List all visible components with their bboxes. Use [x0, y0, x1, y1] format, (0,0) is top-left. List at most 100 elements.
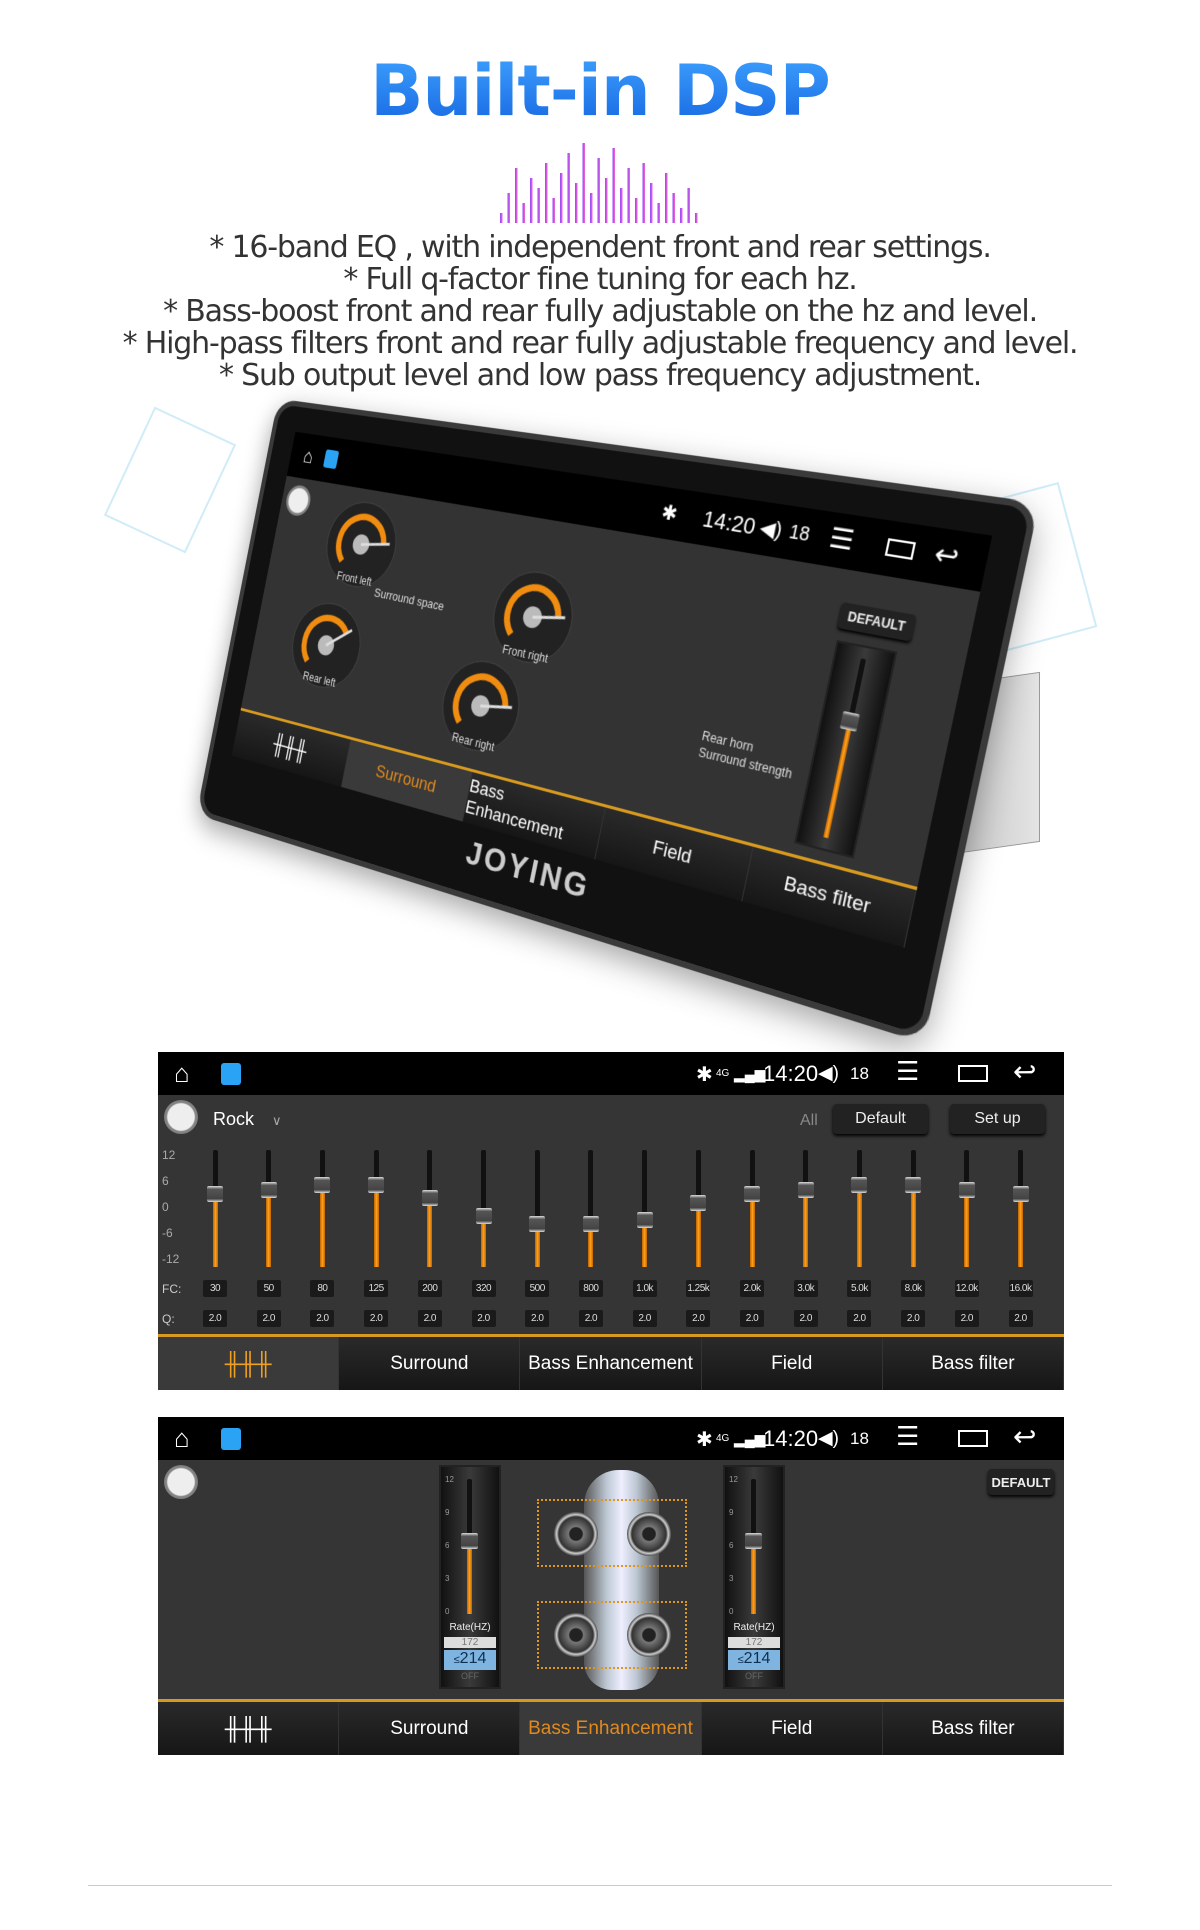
gauge-rear-right[interactable]: Rear right [435, 654, 527, 759]
fc-value[interactable]: 3.0k [793, 1280, 818, 1297]
q-value[interactable]: 2.0 [793, 1310, 818, 1327]
preset-value: Rock [213, 1109, 255, 1129]
q-value[interactable]: 2.0 [471, 1310, 496, 1327]
home-icon[interactable]: ⌂ [174, 1058, 190, 1089]
slider-handle[interactable] [582, 1216, 599, 1233]
tab-bass-filter[interactable]: Bass filter [882, 1337, 1064, 1390]
bass-level-slider[interactable]: 12 9 6 3 0 Rate(HZ) 172 ≤214 OFF [439, 1465, 501, 1689]
fc-value[interactable]: 80 [310, 1280, 335, 1297]
slider-handle[interactable] [461, 1533, 478, 1550]
tab-bass-enhancement[interactable]: Bass Enhancement [520, 1337, 702, 1390]
tab-equalizer[interactable]: ╫╫╫ [158, 1337, 340, 1390]
recent-apps-icon[interactable] [884, 538, 916, 560]
slider-handle[interactable] [314, 1177, 331, 1194]
q-value[interactable]: 2.0 [525, 1310, 550, 1327]
q-value[interactable]: 2.0 [632, 1310, 657, 1327]
q-value[interactable]: 2.0 [1008, 1310, 1033, 1327]
fc-value[interactable]: 320 [471, 1280, 496, 1297]
default-button[interactable]: DEFAULT [988, 1469, 1054, 1495]
q-value[interactable]: 2.0 [901, 1310, 926, 1327]
volume-icon[interactable]: ◀) [757, 514, 784, 544]
home-icon[interactable]: ⌂ [301, 444, 315, 469]
tab-field[interactable]: Field [701, 1337, 883, 1390]
home-icon[interactable]: ⌂ [174, 1423, 190, 1454]
tab-bass-filter[interactable]: Bass filter [882, 1702, 1064, 1755]
slider-handle[interactable] [851, 1177, 868, 1194]
fc-value[interactable]: 800 [578, 1280, 603, 1297]
fc-value[interactable]: 30 [203, 1280, 227, 1297]
rate-next[interactable]: OFF [444, 1671, 496, 1681]
menu-icon[interactable]: ☰ [896, 1421, 919, 1452]
fc-value[interactable]: 1.0k [632, 1280, 657, 1297]
recent-apps-icon[interactable] [958, 1430, 988, 1447]
rate-prev[interactable]: 172 [728, 1637, 780, 1648]
tab-equalizer[interactable]: ╫╫╫ [158, 1702, 340, 1755]
q-value[interactable]: 2.0 [740, 1310, 764, 1327]
rate-value[interactable]: ≤214 [728, 1650, 780, 1670]
setup-button[interactable]: Set up [950, 1104, 1045, 1134]
slider-handle[interactable] [905, 1177, 922, 1194]
menu-icon[interactable]: ☰ [896, 1056, 919, 1087]
app-icon[interactable] [221, 1063, 241, 1085]
fc-value[interactable]: 5.0k [847, 1280, 872, 1297]
slider-handle[interactable] [636, 1212, 653, 1228]
slider-handle[interactable] [744, 1186, 760, 1202]
fc-value[interactable]: 1.25k [686, 1280, 711, 1297]
fc-value[interactable]: 8.0k [901, 1280, 926, 1297]
preset-select[interactable]: Rock ∨ [213, 1109, 282, 1130]
fc-value[interactable]: 200 [417, 1280, 442, 1297]
slider-handle[interactable] [475, 1207, 492, 1224]
volume-icon[interactable]: ◀) [818, 1062, 839, 1085]
slider-handle[interactable] [839, 710, 860, 732]
gauge-rear-left[interactable]: Rear left [285, 597, 367, 695]
slider-handle[interactable] [1012, 1186, 1029, 1202]
bass-level-slider[interactable]: 12 9 6 3 0 Rate(HZ) 172 ≤214 OFF [723, 1465, 785, 1689]
q-value[interactable]: 2.0 [203, 1310, 227, 1327]
fc-value[interactable]: 50 [256, 1280, 281, 1297]
rate-prev[interactable]: 172 [444, 1637, 496, 1648]
all-toggle[interactable]: All [800, 1112, 818, 1130]
menu-icon[interactable]: ☰ [826, 521, 858, 558]
default-button[interactable]: Default [833, 1104, 928, 1134]
rate-next[interactable]: OFF [728, 1671, 780, 1681]
rate-value[interactable]: ≤214 [444, 1650, 496, 1670]
fc-value[interactable]: 12.0k [954, 1280, 979, 1297]
toggle-button[interactable] [164, 1465, 198, 1499]
recent-apps-icon[interactable] [958, 1065, 988, 1082]
tab-surround[interactable]: Surround [339, 1337, 521, 1390]
q-value[interactable]: 2.0 [686, 1310, 711, 1327]
tab-bass-enhancement[interactable]: Bass Enhancement [520, 1702, 702, 1755]
slider-handle[interactable] [690, 1194, 707, 1211]
q-value[interactable]: 2.0 [256, 1310, 281, 1327]
app-icon[interactable] [221, 1428, 241, 1450]
back-icon[interactable]: ↩ [1013, 1055, 1036, 1088]
q-value[interactable]: 2.0 [578, 1310, 603, 1327]
app-icon[interactable] [322, 449, 340, 470]
slider-handle[interactable] [958, 1181, 975, 1198]
q-value[interactable]: 2.0 [364, 1310, 389, 1327]
gauge-front-left[interactable]: Front left [320, 497, 404, 593]
fc-value[interactable]: 2.0k [740, 1280, 764, 1297]
fc-value[interactable]: 500 [525, 1280, 550, 1297]
slider-handle[interactable] [368, 1177, 385, 1194]
q-value[interactable]: 2.0 [847, 1310, 872, 1327]
fc-value[interactable]: 125 [364, 1280, 389, 1297]
slider-handle[interactable] [260, 1181, 277, 1198]
q-value[interactable]: 2.0 [417, 1310, 442, 1327]
slider-handle[interactable] [745, 1533, 762, 1550]
back-icon[interactable]: ↩ [1013, 1420, 1036, 1453]
slider-handle[interactable] [207, 1186, 223, 1202]
toggle-button[interactable] [164, 1100, 198, 1134]
gauge-front-right[interactable]: Front right [486, 566, 581, 671]
fc-value[interactable]: 16.0k [1008, 1280, 1033, 1297]
tab-field[interactable]: Field [701, 1702, 883, 1755]
slider-handle[interactable] [797, 1181, 814, 1198]
volume-icon[interactable]: ◀) [818, 1427, 839, 1450]
slider-handle[interactable] [529, 1216, 546, 1233]
q-value[interactable]: 2.0 [954, 1310, 979, 1327]
back-icon[interactable]: ↩ [931, 537, 962, 575]
slider-handle[interactable] [421, 1190, 438, 1207]
tab-surround[interactable]: Surround [339, 1702, 521, 1755]
time: 14:20 [700, 505, 759, 540]
q-value[interactable]: 2.0 [310, 1310, 335, 1327]
